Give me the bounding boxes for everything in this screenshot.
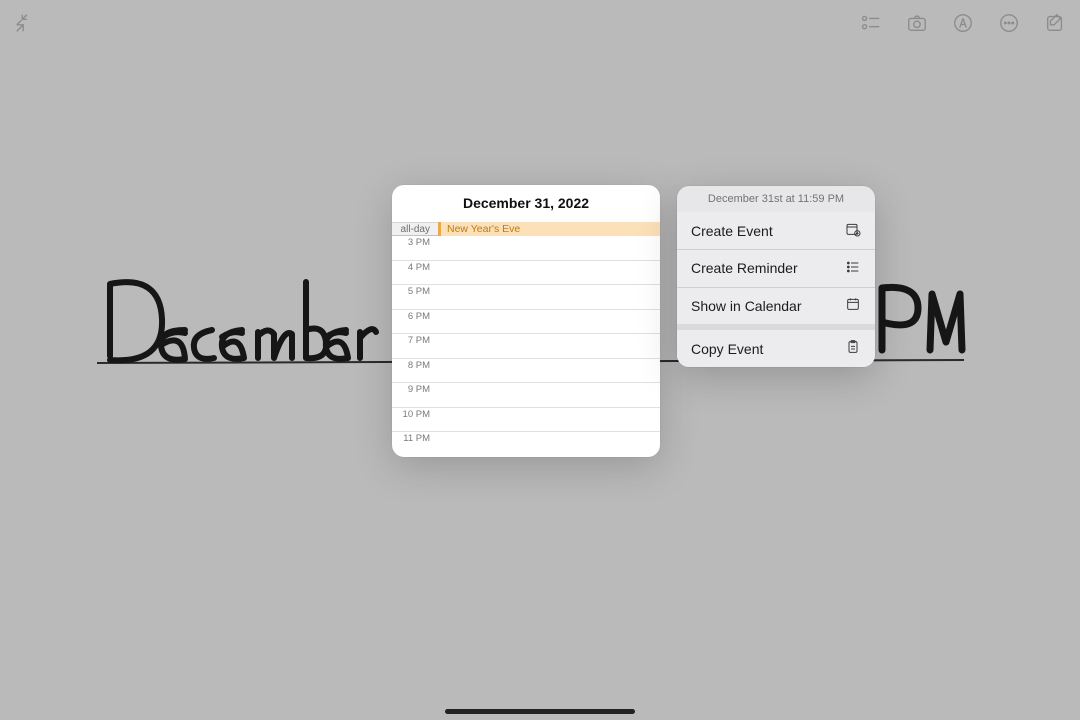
hour-row[interactable]: 3 PM [392, 236, 660, 261]
hour-row[interactable]: 7 PM [392, 334, 660, 359]
markup-icon[interactable] [952, 12, 974, 34]
action-menu: December 31st at 11:59 PM Create Event C… [677, 186, 875, 367]
compose-icon[interactable] [1044, 12, 1066, 34]
toolbar [860, 12, 1066, 34]
hour-row[interactable]: 5 PM [392, 285, 660, 310]
menu-create-reminder[interactable]: Create Reminder [677, 250, 875, 287]
calendar-icon [845, 296, 861, 315]
collapse-icon[interactable] [14, 12, 36, 34]
more-icon[interactable] [998, 12, 1020, 34]
home-indicator[interactable] [445, 709, 635, 714]
hour-row[interactable]: 6 PM [392, 310, 660, 335]
camera-icon[interactable] [906, 12, 928, 34]
calendar-preview-popover: December 31, 2022 all-day New Year's Eve… [392, 185, 660, 457]
all-day-row[interactable]: all-day New Year's Eve [392, 222, 660, 236]
menu-label: Create Event [691, 223, 773, 239]
list-icon [845, 259, 861, 278]
menu-show-in-calendar[interactable]: Show in Calendar [677, 287, 875, 324]
menu-label: Show in Calendar [691, 298, 802, 314]
hour-row[interactable]: 9 PM [392, 383, 660, 408]
calendar-add-icon [845, 221, 861, 240]
all-day-label: all-day [392, 224, 438, 235]
menu-label: Copy Event [691, 341, 763, 357]
hour-row[interactable]: 10 PM [392, 408, 660, 433]
calendar-title: December 31, 2022 [392, 185, 660, 222]
hour-row[interactable]: 8 PM [392, 359, 660, 384]
menu-copy-event[interactable]: Copy Event [677, 330, 875, 367]
hour-row[interactable]: 11 PM [392, 432, 660, 457]
all-day-event[interactable]: New Year's Eve [438, 222, 660, 236]
hour-list[interactable]: 3 PM 4 PM 5 PM 6 PM 7 PM 8 PM 9 PM 10 PM… [392, 236, 660, 457]
checklist-icon[interactable] [860, 12, 882, 34]
clipboard-icon [845, 339, 861, 358]
menu-label: Create Reminder [691, 260, 798, 276]
menu-create-event[interactable]: Create Event [677, 212, 875, 249]
action-menu-header: December 31st at 11:59 PM [677, 186, 875, 212]
hour-row[interactable]: 4 PM [392, 261, 660, 286]
